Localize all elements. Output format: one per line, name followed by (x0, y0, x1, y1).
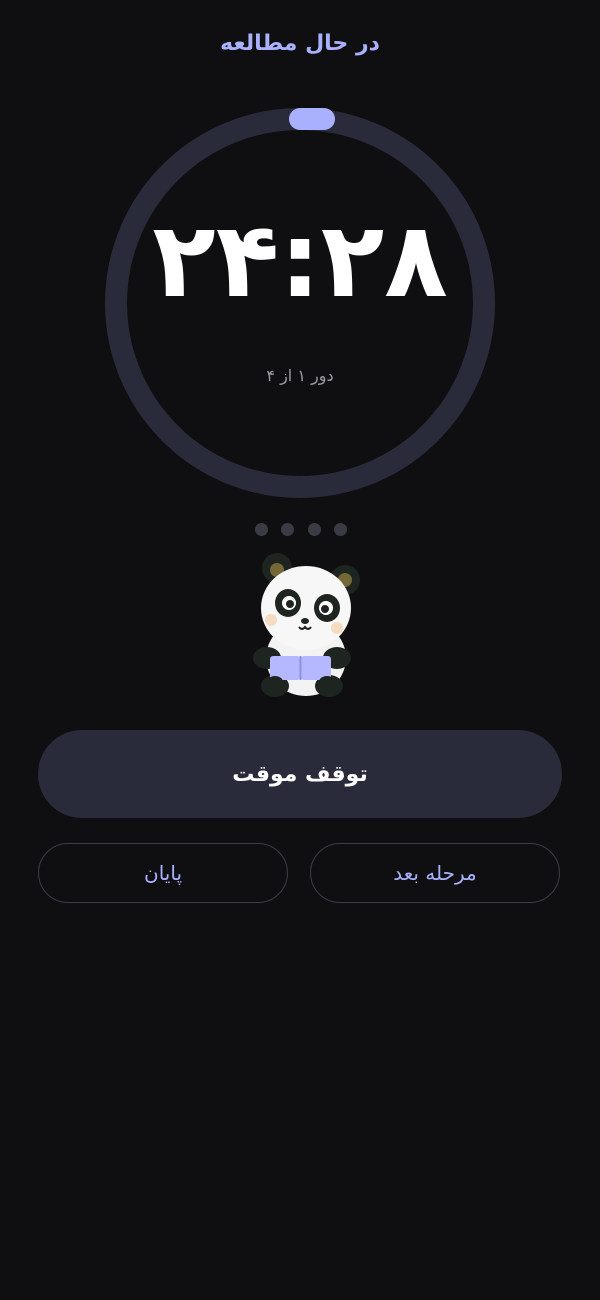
progress-ring-indicator (289, 108, 335, 130)
pause-button[interactable]: توقف موقت (38, 730, 562, 818)
panda-reading-book-icon (245, 548, 365, 700)
round-dot (255, 523, 268, 536)
timer-ring: ۲۴:۲۸ دور ۱ از ۴ (105, 108, 495, 498)
status-title: در حال مطالعه (220, 31, 380, 56)
next-stage-button[interactable]: مرحله بعد (310, 843, 560, 903)
round-dot (307, 523, 321, 536)
round-dot (281, 523, 295, 536)
round-indicator-dots (255, 523, 347, 537)
round-dot (333, 523, 347, 536)
round-counter: دور ۱ از ۴ (266, 366, 334, 385)
timer-display: ۲۴:۲۸ (152, 199, 448, 321)
end-button[interactable]: پایان (38, 843, 288, 903)
